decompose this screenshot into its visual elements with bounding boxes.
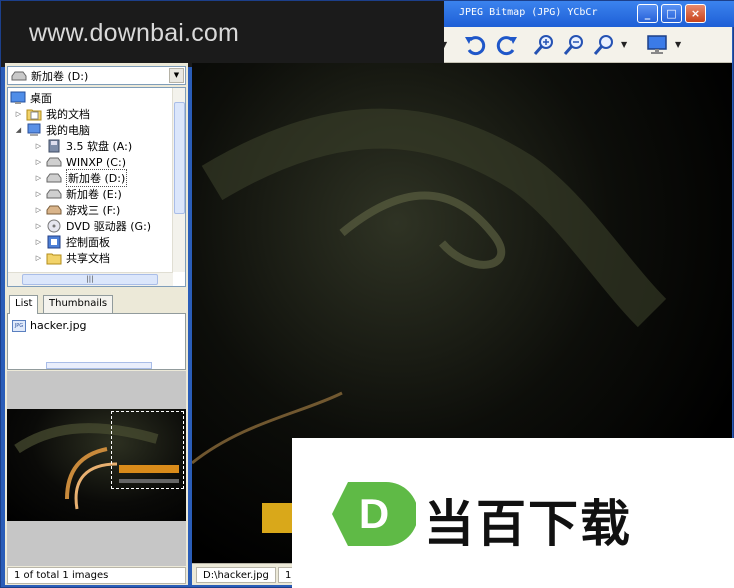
watermark-text: www.downbai.com — [29, 19, 240, 47]
expand-icon[interactable]: ▷ — [34, 254, 43, 262]
list-item[interactable]: JPG hacker.jpg — [12, 319, 87, 332]
chevron-down-icon[interactable]: ▼ — [169, 68, 184, 83]
close-button[interactable]: × — [685, 4, 706, 23]
folder-icon — [46, 251, 62, 265]
tree-item-dvd[interactable]: ▷ DVD 驱动器 (G:) — [34, 218, 151, 234]
logo-overlay: D 当百下载 — [292, 438, 734, 588]
tree-item-desktop[interactable]: 桌面 — [10, 90, 52, 106]
tree-item-drive-d[interactable]: ▷ 新加卷 (D:) — [34, 169, 128, 187]
expand-icon[interactable]: ▷ — [34, 222, 43, 230]
monitor-dropdown-icon[interactable]: ▼ — [675, 40, 681, 49]
left-pane: 新加卷 (D:) ▼ 桌面 ▷ 我的文档 ◢ 我的电脑 ▷ 3.5 软盘 (A:… — [5, 63, 188, 585]
control-panel-icon — [46, 235, 62, 249]
folder-docs-icon — [26, 107, 42, 121]
tree-item-drive-e[interactable]: ▷ 新加卷 (E:) — [34, 186, 122, 202]
tree-horizontal-scrollbar[interactable]: ||| — [8, 272, 173, 286]
expand-icon[interactable]: ▷ — [34, 142, 43, 150]
drive-combo-value: 新加卷 (D:) — [31, 69, 89, 83]
status-path: D:\hacker.jpg — [196, 567, 276, 583]
expand-icon[interactable]: ▷ — [34, 238, 43, 246]
tree-item-drive-f[interactable]: ▷ 游戏三 (F:) — [34, 202, 120, 218]
monitor-icon[interactable] — [643, 33, 671, 57]
drive-icon — [46, 187, 62, 201]
collapse-icon[interactable]: ◢ — [14, 126, 23, 134]
tab-thumbnails[interactable]: Thumbnails — [43, 295, 114, 313]
expand-icon[interactable]: ▷ — [34, 206, 43, 214]
tree-item-my-computer[interactable]: ◢ 我的电脑 — [14, 122, 90, 138]
window-title: JPEG Bitmap (JPG) YCbCr — [459, 7, 598, 18]
rotate-left-icon[interactable] — [461, 33, 489, 57]
tree-vertical-scrollbar[interactable] — [172, 88, 185, 272]
expand-icon[interactable]: ▷ — [34, 190, 43, 198]
logo-mark-icon: D — [332, 482, 416, 546]
tree-item-shared-docs[interactable]: ▷ 共享文档 — [34, 250, 110, 266]
scroll-thumb[interactable] — [174, 102, 185, 214]
zoom-dropdown-icon[interactable]: ▼ — [621, 40, 627, 49]
file-list[interactable]: JPG hacker.jpg — [7, 313, 186, 370]
desktop-icon — [10, 91, 26, 105]
file-name: hacker.jpg — [30, 319, 87, 332]
expand-icon[interactable]: ▷ — [14, 110, 23, 118]
drive-icon — [11, 71, 27, 80]
tree-item-my-documents[interactable]: ▷ 我的文档 — [14, 106, 90, 122]
tab-strip: List Thumbnails — [7, 295, 186, 314]
zoom-icon[interactable] — [591, 33, 617, 57]
folder-tree[interactable]: 桌面 ▷ 我的文档 ◢ 我的电脑 ▷ 3.5 软盘 (A:) ▷ WINXP (… — [7, 87, 186, 287]
expand-icon[interactable]: ▷ — [34, 174, 43, 182]
app-window: JPEG Bitmap (JPG) YCbCr _ □ × ▼ ▼ ▼ www.… — [0, 0, 734, 588]
drive-icon — [46, 155, 62, 169]
tree-item-control-panel[interactable]: ▷ 控制面板 — [34, 234, 110, 250]
drive-icon — [46, 203, 62, 217]
dvd-icon — [46, 219, 62, 233]
tree-item-floppy[interactable]: ▷ 3.5 软盘 (A:) — [34, 138, 132, 154]
selection-rectangle[interactable] — [111, 411, 184, 489]
logo-letter: D — [359, 490, 389, 537]
zoom-out-icon[interactable] — [561, 33, 587, 57]
minimize-button[interactable]: _ — [637, 4, 658, 23]
zoom-in-icon[interactable] — [531, 33, 557, 57]
filelist-scrollbar[interactable] — [46, 362, 152, 369]
expand-icon[interactable]: ▷ — [34, 158, 43, 166]
image-count-status: 1 of total 1 images — [7, 567, 186, 584]
logo-text: 当百下载 — [424, 495, 632, 553]
rotate-right-icon[interactable] — [493, 33, 521, 57]
drive-icon — [46, 171, 62, 185]
watermark-banner: www.downbai.com — [1, 1, 444, 67]
scroll-thumb[interactable]: ||| — [22, 274, 158, 285]
floppy-icon — [46, 139, 62, 153]
tab-list[interactable]: List — [9, 295, 39, 314]
maximize-button[interactable]: □ — [661, 4, 682, 23]
image-preview — [7, 371, 186, 566]
jpg-file-icon: JPG — [12, 319, 26, 332]
tree-item-drive-c[interactable]: ▷ WINXP (C:) — [34, 154, 126, 170]
drive-combo[interactable]: 新加卷 (D:) ▼ — [7, 66, 186, 85]
preview-thumbnail — [7, 409, 186, 521]
computer-icon — [26, 123, 42, 137]
